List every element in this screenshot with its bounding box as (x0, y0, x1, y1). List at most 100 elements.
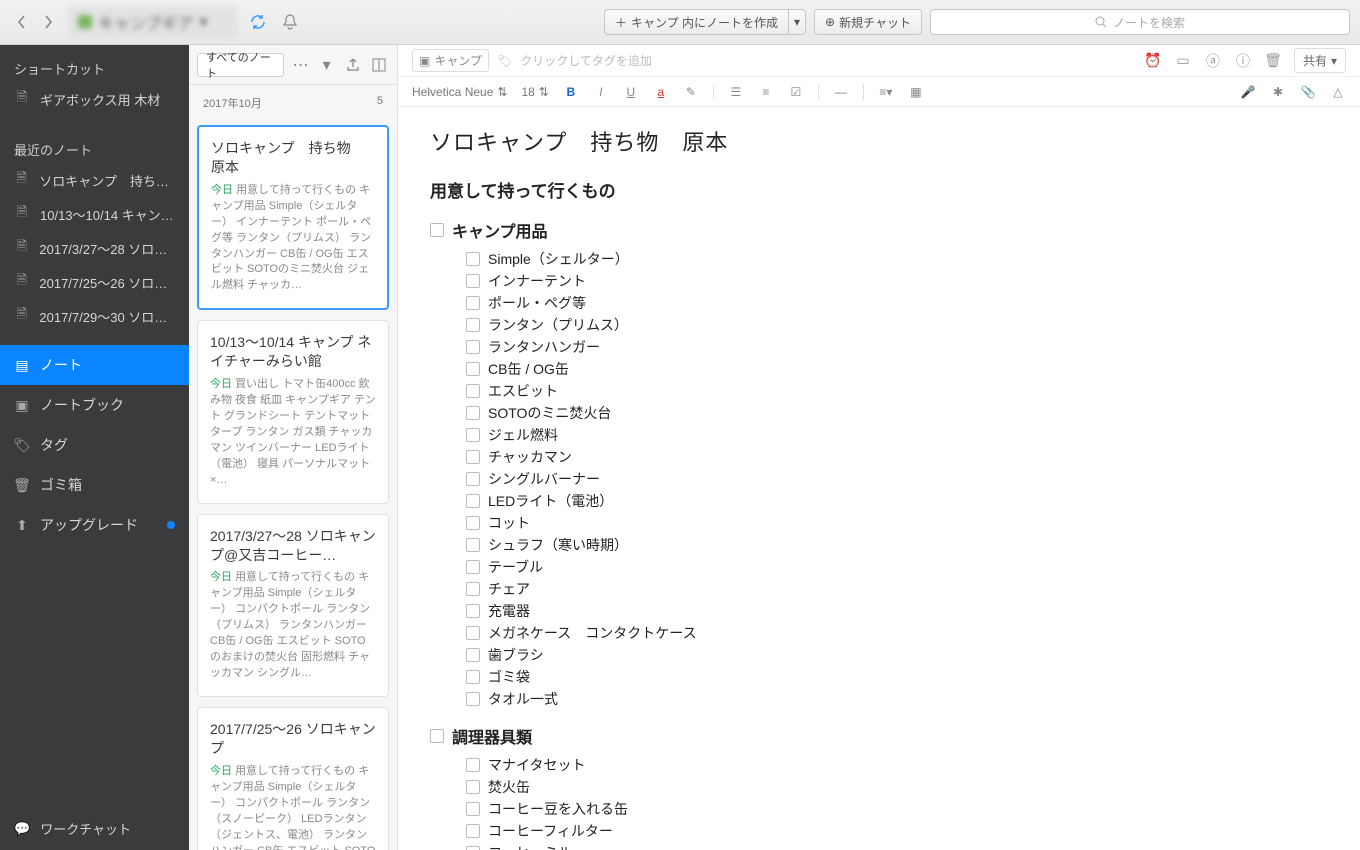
checkbox[interactable] (466, 648, 480, 662)
nav-notes[interactable]: ▤ノート (0, 345, 189, 385)
checkbox[interactable] (466, 252, 480, 266)
nav-trash[interactable]: 🗑ゴミ箱 (0, 465, 189, 505)
recent-item[interactable]: 🗎2017/3/27〜28 ソロキ… (0, 231, 189, 265)
list-filter-selector[interactable]: すべてのノート (197, 53, 284, 77)
nav-forward-button[interactable] (36, 10, 60, 34)
align-button[interactable]: ≡▾ (878, 85, 894, 99)
recent-item[interactable]: 🗎10/13〜10/14 キャン… (0, 197, 189, 231)
checkbox[interactable] (466, 758, 480, 772)
nav-label: ノート (40, 355, 82, 375)
nav-notebooks[interactable]: ▣ノートブック (0, 385, 189, 425)
annotate-icon[interactable]: ⓐ (1204, 51, 1222, 71)
recent-item[interactable]: 🗎2017/7/25〜26 ソロキ… (0, 265, 189, 299)
checkbox[interactable] (466, 428, 480, 442)
nav-label: ゴミ箱 (40, 475, 82, 495)
note-card[interactable]: ソロキャンプ 持ち物 原本今日 用意して持って行くもの キャンプ用品 Simpl… (197, 125, 389, 310)
workchat-button[interactable]: 💬 ワークチャット (0, 807, 189, 850)
checkbox[interactable] (466, 318, 480, 332)
checkbox[interactable] (466, 384, 480, 398)
note-card[interactable]: 2017/7/25〜26 ソロキャンプ今日 用意して持って行くもの キャンプ用品… (197, 707, 389, 850)
layout-icon[interactable] (369, 54, 389, 76)
checkbox[interactable] (466, 538, 480, 552)
card-title: 2017/3/27〜28 ソロキャンプ@又吉コーヒー… (210, 527, 376, 565)
lock-icon[interactable]: 🏷 (497, 54, 512, 68)
shortcut-label: ギアボックス用 木材 (40, 90, 160, 109)
sort-chevron-icon[interactable]: ▾ (317, 54, 337, 76)
underline-button[interactable]: U (623, 85, 639, 99)
checkbox[interactable] (430, 223, 444, 237)
notebook-selector[interactable]: キャンプギア ▾ (68, 6, 238, 38)
attach-icon[interactable]: 📎 (1300, 85, 1316, 99)
checkbox[interactable] (466, 692, 480, 706)
new-chat-button[interactable]: ⊕新規チャット (814, 9, 922, 35)
table-button[interactable]: ▦ (908, 85, 924, 99)
recent-item[interactable]: 🗎ソロキャンプ 持ち物… (0, 163, 189, 197)
checkbox[interactable] (466, 670, 480, 684)
present-icon[interactable]: ▭ (1174, 52, 1192, 69)
checkbox[interactable] (466, 560, 480, 574)
drive-icon[interactable]: △ (1330, 85, 1346, 99)
checkbox[interactable] (466, 604, 480, 618)
checklist-item: マナイタセット (486, 754, 1320, 776)
create-note-button[interactable]: ＋キャンプ 内にノートを作成 (604, 9, 788, 35)
checkbox[interactable] (430, 729, 444, 743)
mic-icon[interactable]: 🎤 (1240, 85, 1256, 99)
checkbox[interactable] (466, 780, 480, 794)
more-icon[interactable]: ⋯ (290, 54, 310, 76)
hr-button[interactable]: — (833, 85, 849, 99)
checkbox[interactable] (466, 472, 480, 486)
reminder-icon[interactable]: ⏰ (1144, 52, 1162, 69)
nav-back-button[interactable] (10, 10, 34, 34)
note-title[interactable]: ソロキャンプ 持ち物 原本 (430, 125, 1320, 157)
checkbox[interactable] (466, 846, 480, 850)
card-badge: 今日 (210, 571, 235, 583)
checkbox[interactable] (466, 274, 480, 288)
item-label: ジェル燃料 (488, 425, 558, 445)
recent-label: 2017/3/27〜28 ソロキ… (39, 239, 175, 258)
tag-input[interactable]: クリックしてタグを追加 (520, 52, 652, 69)
checkbox[interactable] (466, 626, 480, 640)
checklist-item: コーヒーフィルター (486, 820, 1320, 842)
bold-button[interactable]: B (563, 85, 579, 99)
highlight-button[interactable]: ✎ (683, 85, 699, 99)
notifications-icon[interactable] (278, 10, 302, 34)
recent-label: 2017/7/29〜30 ソロキ… (39, 307, 175, 326)
checkbox[interactable] (466, 582, 480, 596)
checklist-button[interactable]: ☑ (788, 85, 804, 99)
shortcut-item[interactable]: 🗎 ギアボックス用 木材 (0, 82, 189, 116)
info-icon[interactable]: ⓘ (1234, 51, 1252, 71)
checkbox[interactable] (466, 296, 480, 310)
checkbox[interactable] (466, 406, 480, 420)
size-selector[interactable]: 18⇅ (521, 85, 548, 99)
camera-icon[interactable]: ✱ (1270, 85, 1286, 99)
sync-icon[interactable] (246, 10, 270, 34)
notebook-crumb[interactable]: ▣キャンプ (412, 49, 489, 72)
note-card[interactable]: 10/13〜10/14 キャンプ ネイチャーみらい館今日 買い出し トマト缶40… (197, 320, 389, 503)
create-note-menu-button[interactable]: ▾ (788, 9, 806, 35)
note-card[interactable]: 2017/3/27〜28 ソロキャンプ@又吉コーヒー…今日 用意して持って行くも… (197, 514, 389, 697)
italic-button[interactable]: I (593, 85, 609, 99)
search-input[interactable]: ノートを検索 (930, 9, 1350, 35)
checkbox[interactable] (466, 824, 480, 838)
delete-icon[interactable]: 🗑 (1264, 52, 1282, 69)
checkbox[interactable] (466, 340, 480, 354)
checkbox[interactable] (466, 516, 480, 530)
nav-tags[interactable]: 🏷タグ (0, 425, 189, 465)
document-body[interactable]: ソロキャンプ 持ち物 原本 用意して持って行くもの キャンプ用品Simple（シ… (398, 107, 1360, 850)
nav-upgrade[interactable]: ⬆アップグレード (0, 505, 189, 545)
share-icon[interactable] (343, 54, 363, 76)
chat-icon: ⊕ (825, 15, 835, 29)
item-label: シングルバーナー (488, 469, 600, 489)
number-list-button[interactable]: ≡ (758, 85, 774, 99)
checkbox[interactable] (466, 362, 480, 376)
checklist-item: チャッカマン (486, 446, 1320, 468)
checklist-item: 歯ブラシ (486, 644, 1320, 666)
checkbox[interactable] (466, 494, 480, 508)
bullet-list-button[interactable]: ☰ (728, 85, 744, 99)
font-selector[interactable]: Helvetica Neue⇅ (412, 85, 507, 99)
checkbox[interactable] (466, 802, 480, 816)
checkbox[interactable] (466, 450, 480, 464)
share-button[interactable]: 共有▾ (1294, 48, 1346, 73)
text-color-button[interactable]: a (653, 85, 669, 99)
recent-item[interactable]: 🗎2017/7/29〜30 ソロキ… (0, 299, 189, 333)
